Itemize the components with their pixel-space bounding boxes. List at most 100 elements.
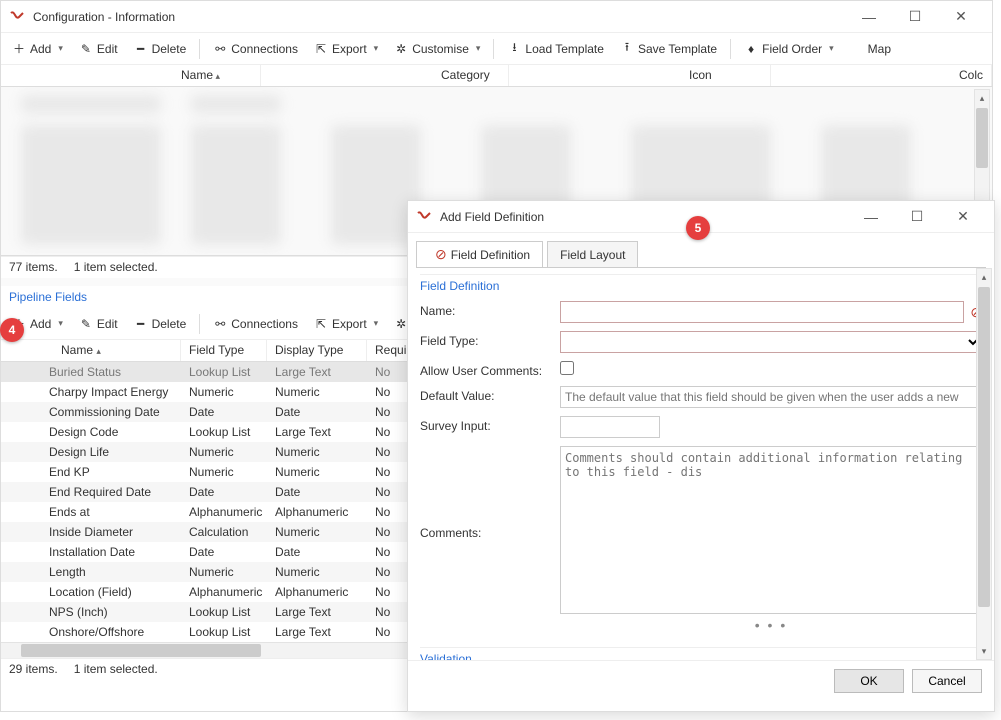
- cell-field-type: Numeric: [181, 565, 267, 579]
- cell-name: Length: [41, 565, 181, 579]
- cell-display-type: Numeric: [267, 445, 367, 459]
- share-icon: ⚯: [213, 42, 227, 56]
- edit-button[interactable]: ✎Edit: [72, 38, 125, 60]
- col-icon[interactable]: Icon: [509, 65, 771, 86]
- edit-icon: ✎: [79, 317, 93, 331]
- lbl-comments: Comments:: [420, 446, 552, 540]
- col-colour[interactable]: Colc: [771, 65, 992, 86]
- cell-name: Installation Date: [41, 545, 181, 559]
- group-field-definition: Field Definition: [420, 274, 982, 297]
- cell-field-type: Calculation: [181, 525, 267, 539]
- main-selected-count: 1 item selected.: [74, 260, 158, 275]
- sort-icon: ♦: [744, 42, 758, 56]
- export-button[interactable]: ⇱Export▾: [307, 38, 385, 60]
- plus-icon: ＋: [12, 42, 26, 56]
- comments-textarea[interactable]: [560, 446, 982, 614]
- sub-col-display-type[interactable]: Display Type: [267, 340, 367, 361]
- dialog-form: Field Definition Name: ⊘ Field Type: All…: [408, 268, 994, 660]
- col-category[interactable]: Category: [261, 65, 509, 86]
- field-type-select[interactable]: [560, 331, 982, 353]
- cell-name: Charpy Impact Energy: [41, 385, 181, 399]
- survey-input[interactable]: [560, 416, 660, 438]
- delete-button[interactable]: ━Delete: [127, 38, 194, 60]
- dialog-buttons: OK Cancel: [408, 660, 994, 700]
- cell-display-type: Date: [267, 545, 367, 559]
- cell-field-type: Lookup List: [181, 425, 267, 439]
- allow-comments-checkbox[interactable]: [560, 361, 574, 375]
- cell-field-type: Numeric: [181, 385, 267, 399]
- cell-display-type: Alphanumeric: [267, 505, 367, 519]
- cell-display-type: Large Text: [267, 425, 367, 439]
- export-icon: ⇱: [314, 317, 328, 331]
- ok-button[interactable]: OK: [834, 669, 904, 693]
- edit-icon: ✎: [79, 42, 93, 56]
- tab-field-layout[interactable]: Field Layout: [547, 241, 638, 267]
- tab-field-definition[interactable]: ⊘Field Definition: [416, 241, 543, 267]
- cell-field-type: Numeric: [181, 445, 267, 459]
- cell-name: Onshore/Offshore: [41, 625, 181, 639]
- resize-dots-icon: • • •: [560, 617, 982, 633]
- app-icon: [9, 9, 25, 25]
- sub-selected-count: 1 item selected.: [74, 662, 158, 677]
- connections-button[interactable]: ⚯Connections: [206, 38, 305, 60]
- col-name[interactable]: Name: [1, 65, 261, 86]
- sub-col-field-type[interactable]: Field Type: [181, 340, 267, 361]
- dialog-title: Add Field Definition: [440, 210, 848, 224]
- app-icon: [416, 209, 432, 225]
- cell-display-type: Numeric: [267, 385, 367, 399]
- cancel-button[interactable]: Cancel: [912, 669, 982, 693]
- add-button[interactable]: ＋Add▾: [5, 38, 70, 60]
- cell-display-type: Large Text: [267, 625, 367, 639]
- dialog-maximize-button[interactable]: ☐: [894, 203, 940, 231]
- lbl-field-type: Field Type:: [420, 331, 552, 348]
- cell-field-type: Date: [181, 545, 267, 559]
- cell-name: Inside Diameter: [41, 525, 181, 539]
- cell-display-type: Large Text: [267, 605, 367, 619]
- cell-name: NPS (Inch): [41, 605, 181, 619]
- default-value-input[interactable]: [560, 386, 982, 408]
- main-column-headers: Name Category Icon Colc: [1, 65, 992, 87]
- minus-icon: ━: [134, 42, 148, 56]
- cell-display-type: Numeric: [267, 565, 367, 579]
- save-template-button[interactable]: ⭱Save Template: [613, 38, 724, 60]
- cell-field-type: Alphanumeric: [181, 585, 267, 599]
- cell-display-type: Numeric: [267, 465, 367, 479]
- load-template-button[interactable]: ⭳Load Template: [500, 38, 611, 60]
- main-window-title: Configuration - Information: [33, 10, 846, 24]
- dialog-window: Add Field Definition — ☐ ✕ ⊘Field Defini…: [407, 200, 995, 712]
- cell-field-type: Lookup List: [181, 625, 267, 639]
- cell-display-type: Date: [267, 485, 367, 499]
- name-input[interactable]: [560, 301, 964, 323]
- cell-field-type: Date: [181, 485, 267, 499]
- share-icon: ⚯: [213, 317, 227, 331]
- main-item-count: 77 items.: [9, 260, 58, 275]
- cell-name: Buried Status: [41, 365, 181, 379]
- sub-col-name[interactable]: Name ▴: [1, 340, 181, 361]
- sub-delete-button[interactable]: ━Delete: [127, 313, 194, 335]
- cell-field-type: Numeric: [181, 465, 267, 479]
- dialog-minimize-button[interactable]: —: [848, 203, 894, 231]
- minimize-button[interactable]: —: [846, 3, 892, 31]
- cell-field-type: Date: [181, 405, 267, 419]
- map-button[interactable]: Map: [861, 38, 898, 60]
- maximize-button[interactable]: ☐: [892, 3, 938, 31]
- cell-name: End KP: [41, 465, 181, 479]
- sub-export-button[interactable]: ⇱Export▾: [307, 313, 385, 335]
- lbl-allow-comments: Allow User Comments:: [420, 361, 552, 378]
- field-order-button[interactable]: ♦Field Order▾: [737, 38, 841, 60]
- load-icon: ⭳: [507, 42, 521, 56]
- cell-field-type: Lookup List: [181, 605, 267, 619]
- customise-button[interactable]: ✲Customise▾: [387, 38, 487, 60]
- dialog-close-button[interactable]: ✕: [940, 203, 986, 231]
- sub-connections-button[interactable]: ⚯Connections: [206, 313, 305, 335]
- main-titlebar: Configuration - Information — ☐ ✕: [1, 1, 992, 33]
- callout-5: 5: [686, 216, 710, 240]
- dialog-form-scrollbar[interactable]: ▴ ▾: [976, 268, 992, 660]
- cell-display-type: Numeric: [267, 525, 367, 539]
- cell-name: Commissioning Date: [41, 405, 181, 419]
- cell-display-type: Large Text: [267, 365, 367, 379]
- close-button[interactable]: ✕: [938, 3, 984, 31]
- export-icon: ⇱: [314, 42, 328, 56]
- sub-edit-button[interactable]: ✎Edit: [72, 313, 125, 335]
- minus-icon: ━: [134, 317, 148, 331]
